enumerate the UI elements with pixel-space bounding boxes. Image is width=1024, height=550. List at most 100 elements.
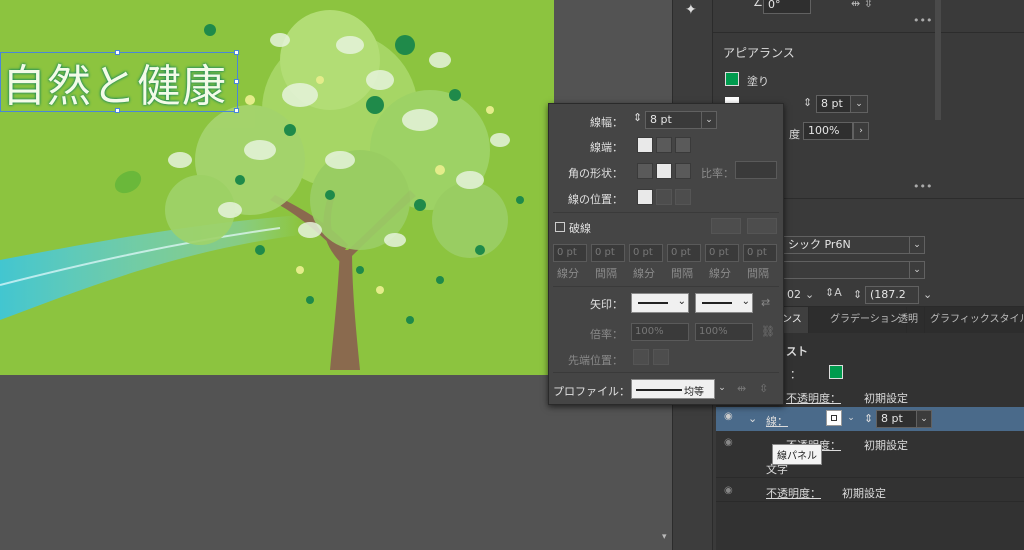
selection-handle[interactable] — [234, 79, 239, 84]
arrow-end-select[interactable]: ⌄ — [695, 293, 753, 313]
butt-cap-icon[interactable] — [637, 137, 653, 153]
panel-scrollbar[interactable] — [935, 0, 941, 120]
scale-label: 倍率： — [590, 328, 623, 341]
eye-icon[interactable]: ◉ — [724, 411, 736, 423]
round-cap-icon[interactable] — [656, 137, 672, 153]
tip-extend-icon — [633, 349, 649, 365]
flip-icons[interactable]: ⇹ ⇳ — [851, 0, 873, 10]
opacity-label: 度 — [789, 128, 800, 141]
flip-along-icon: ⇹ — [737, 382, 747, 395]
font-style-field[interactable] — [783, 261, 925, 279]
arrow-start-select[interactable]: ⌄ — [631, 293, 689, 313]
opacity-value: 初期設定 — [864, 392, 908, 405]
text-opacity-value: 初期設定 — [842, 487, 886, 500]
gap-field: 0 pt — [743, 244, 777, 262]
chevron-down-icon[interactable]: ⌄ — [701, 111, 717, 129]
opacity-field[interactable]: 100% — [803, 122, 853, 140]
gap-label: 間隔 — [595, 267, 617, 280]
ratio-field — [735, 161, 777, 179]
text-opacity-label[interactable]: 不透明度： — [766, 485, 821, 501]
tip-place-icon — [653, 349, 669, 365]
dashed-checkbox[interactable] — [555, 222, 565, 232]
link-icon: ⛓ — [761, 325, 775, 338]
ratio-label: 比率： — [701, 167, 734, 180]
chevron-down-icon[interactable]: ⌄ — [844, 410, 858, 428]
divider — [716, 477, 1024, 478]
scale-end-field: 100% — [695, 323, 753, 341]
text-object-heading: スト — [786, 345, 808, 358]
corner-label: 角の形状： — [568, 167, 623, 180]
stroke-panel-tooltip: 線パネル — [772, 444, 822, 465]
cap-label: 線端： — [590, 141, 623, 154]
tab-transparency[interactable]: 透明 — [892, 307, 925, 333]
selection-bounding-box[interactable] — [0, 50, 239, 113]
font-size-value[interactable]: 02 — [787, 288, 801, 301]
eye-icon[interactable]: ◉ — [724, 485, 736, 497]
miter-join-icon[interactable] — [637, 163, 653, 179]
chevron-down-icon[interactable]: ⌄ — [923, 288, 932, 301]
stroke-weight-label: 線幅： — [590, 116, 623, 129]
more-options-icon[interactable]: ••• — [913, 14, 932, 27]
font-family-field[interactable]: シック Pr6N — [783, 236, 925, 254]
appearance-heading: アピアランス — [723, 46, 795, 60]
stroke-color-swatch[interactable] — [826, 410, 842, 426]
dash-label: 線分 — [709, 267, 731, 280]
stepper-icon[interactable]: ⇕ — [803, 96, 812, 109]
fill-swatch[interactable] — [829, 365, 843, 379]
fill-colon: ： — [790, 368, 801, 381]
divider — [713, 32, 1024, 33]
scale-start-field: 100% — [631, 323, 689, 341]
stepper-icon[interactable]: ⇕ — [633, 111, 642, 124]
swap-arrows-icon[interactable]: ⇄ — [761, 296, 770, 309]
rotation-field[interactable]: 0° — [763, 0, 811, 14]
dash-field: 0 pt — [553, 244, 587, 262]
dash-label: 線分 — [557, 267, 579, 280]
align-outside-icon — [675, 189, 691, 205]
dash-field: 0 pt — [629, 244, 663, 262]
chevron-down-icon[interactable]: ⌄ — [850, 95, 868, 113]
chevron-right-icon[interactable]: › — [853, 122, 869, 140]
magic-wand-icon[interactable]: ✦ — [685, 2, 703, 20]
scroll-down-arrow-icon[interactable]: ▾ — [662, 532, 667, 542]
dash-label: 線分 — [633, 267, 655, 280]
selection-handle[interactable] — [234, 108, 239, 113]
chevron-down-icon[interactable]: ⌄ — [748, 412, 757, 425]
divider — [553, 372, 779, 373]
profile-select[interactable]: 均等 — [631, 379, 715, 399]
align-label: 線の位置： — [568, 193, 623, 206]
dash-field: 0 pt — [705, 244, 739, 262]
align-inside-icon — [656, 189, 672, 205]
arrow-label: 矢印： — [590, 298, 623, 311]
round-join-icon[interactable] — [656, 163, 672, 179]
eye-icon[interactable]: ◉ — [724, 437, 736, 449]
leading-field[interactable]: (187.2 — [865, 286, 919, 304]
projecting-cap-icon[interactable] — [675, 137, 691, 153]
chevron-down-icon[interactable]: ⌄ — [916, 410, 932, 428]
bevel-join-icon[interactable] — [675, 163, 691, 179]
stepper-icon[interactable]: ⇕ — [864, 412, 873, 425]
chevron-down-icon[interactable]: ⌄ — [715, 380, 729, 398]
opacity-label[interactable]: 不透明度： — [786, 390, 841, 406]
stepper-icon[interactable]: ⇕ — [853, 288, 862, 301]
stroke-opacity-value: 初期設定 — [864, 439, 908, 452]
dashed-label[interactable]: 破線 — [569, 220, 591, 236]
chevron-down-icon[interactable]: ⌄ — [805, 288, 814, 301]
profile-label: プロファイル： — [553, 385, 630, 398]
dash-align-corners-icon — [711, 218, 741, 234]
fill-swatch[interactable] — [725, 72, 739, 86]
chevron-down-icon[interactable]: ⌄ — [909, 261, 925, 279]
appearance-row-stroke[interactable]: ◉ ⌄ 線： ⌄ ⇕ 8 pt ⌄ — [716, 407, 1024, 431]
tab-graphic-styles[interactable]: グラフィックスタイル — [924, 307, 1024, 333]
stroke-label[interactable]: 線： — [766, 413, 788, 429]
stroke-panel-popup: 線幅： ⇕ 8 pt ⌄ 線端： 角の形状： 比率： 線の位置： 破線 0 pt… — [548, 103, 784, 405]
selection-handle[interactable] — [115, 50, 120, 55]
divider — [553, 212, 779, 213]
dash-preserve-icon — [747, 218, 777, 234]
selection-handle[interactable] — [234, 50, 239, 55]
divider — [553, 286, 779, 287]
align-center-icon[interactable] — [637, 189, 653, 205]
more-options-icon[interactable]: ••• — [913, 180, 932, 193]
chevron-down-icon[interactable]: ⌄ — [909, 236, 925, 254]
selection-handle[interactable] — [115, 108, 120, 113]
fill-label[interactable]: 塗り — [747, 73, 769, 89]
